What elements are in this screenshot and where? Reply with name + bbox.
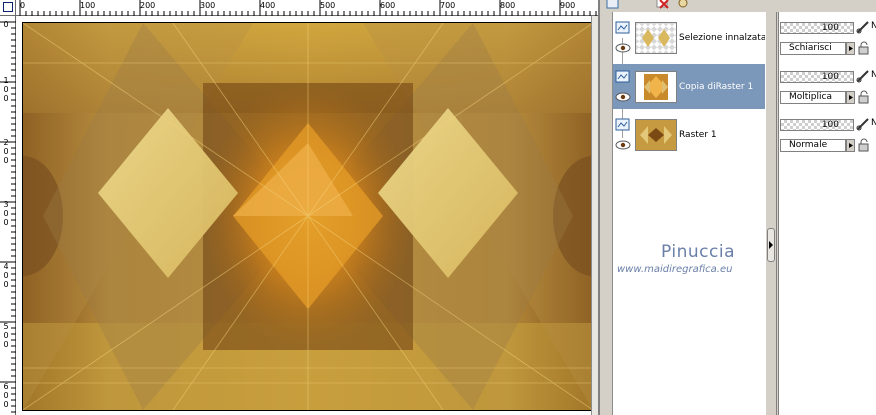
blend-mode-select[interactable]: Moltiplica xyxy=(780,91,846,104)
new-layer-icon[interactable] xyxy=(606,0,620,9)
layer-name: Raster 1 xyxy=(679,130,717,140)
raster-layer-icon xyxy=(615,70,631,84)
layers-toolbar xyxy=(600,0,766,12)
ruler-corner xyxy=(0,0,16,16)
brush-icon[interactable] xyxy=(856,20,870,34)
opacity-slider[interactable]: 100 xyxy=(780,22,854,34)
layer-thumbnail xyxy=(635,71,677,103)
canvas-scrollbar[interactable] xyxy=(591,16,598,415)
vertical-ruler: 0 1 0 0 2 0 0 3 0 0 4 0 0 5 0 0 6 0 0 xyxy=(0,16,16,415)
layers-scrollbar[interactable] xyxy=(765,12,777,415)
n-label: N xyxy=(871,21,876,31)
layer-name: Copia diRaster 1 xyxy=(679,82,754,92)
opacity-slider[interactable]: 100 xyxy=(780,71,854,83)
lock-icon[interactable] xyxy=(857,41,871,55)
watermark-title: Pinuccia xyxy=(661,242,735,262)
lock-icon[interactable] xyxy=(857,90,871,104)
panel-expand-arrow[interactable] xyxy=(767,228,775,262)
opacity-value: 100 xyxy=(821,72,839,82)
dropdown-arrow-icon[interactable] xyxy=(846,139,855,152)
n-label: N xyxy=(871,70,876,80)
layer-name: Selezione innalzata xyxy=(679,33,767,43)
ruler-origin-marker xyxy=(3,2,13,12)
layers-list: Selezione innalzata Copia diRaster 1 Ras… xyxy=(612,12,767,415)
lock-icon[interactable] xyxy=(857,138,871,152)
canvas-panel: 0 100 200 300 400 500 600 700 800 900 0 … xyxy=(0,0,598,415)
dropdown-arrow-icon[interactable] xyxy=(846,91,855,104)
ruler-ticks xyxy=(0,21,16,413)
eye-icon[interactable] xyxy=(615,140,631,150)
raster-layer-icon xyxy=(615,21,631,35)
properties-row: 100 N Normale xyxy=(779,112,876,157)
eye-icon[interactable] xyxy=(615,92,631,102)
layer-row-raster[interactable]: Raster 1 xyxy=(613,112,767,157)
image-workspace[interactable] xyxy=(16,16,598,415)
raster-layer-icon xyxy=(615,118,631,132)
layers-panel: Selezione innalzata Copia diRaster 1 Ras… xyxy=(598,0,767,415)
delete-layer-icon[interactable] xyxy=(656,0,670,9)
dropdown-arrow-icon[interactable] xyxy=(846,42,855,55)
opacity-slider[interactable]: 100 xyxy=(780,119,854,131)
layer-properties-panel: 100 N Schiarisci 100 N Moltiplica 100 N … xyxy=(778,12,876,415)
blend-mode-select[interactable]: Normale xyxy=(780,139,846,152)
ruler-ticks xyxy=(19,0,597,16)
layer-thumbnail xyxy=(635,22,677,54)
artwork-image[interactable] xyxy=(22,22,594,411)
watermark-url: www.maidiregrafica.eu xyxy=(617,264,733,275)
properties-row: 100 N Moltiplica xyxy=(779,64,876,109)
properties-row: 100 N Schiarisci xyxy=(779,15,876,60)
layer-thumbnail xyxy=(635,119,677,151)
blend-mode-select[interactable]: Schiarisci xyxy=(780,42,846,55)
eye-icon[interactable] xyxy=(615,43,631,53)
opacity-value: 100 xyxy=(821,23,839,33)
opacity-value: 100 xyxy=(821,120,839,130)
brush-icon[interactable] xyxy=(856,69,870,83)
brush-icon[interactable] xyxy=(856,117,870,131)
layer-properties-icon[interactable] xyxy=(676,0,690,9)
n-label: N xyxy=(871,118,876,128)
horizontal-ruler: 0 100 200 300 400 500 600 700 800 900 xyxy=(0,0,598,16)
layer-row-selezione[interactable]: Selezione innalzata xyxy=(613,15,767,60)
layer-row-copia[interactable]: Copia diRaster 1 xyxy=(613,64,767,109)
